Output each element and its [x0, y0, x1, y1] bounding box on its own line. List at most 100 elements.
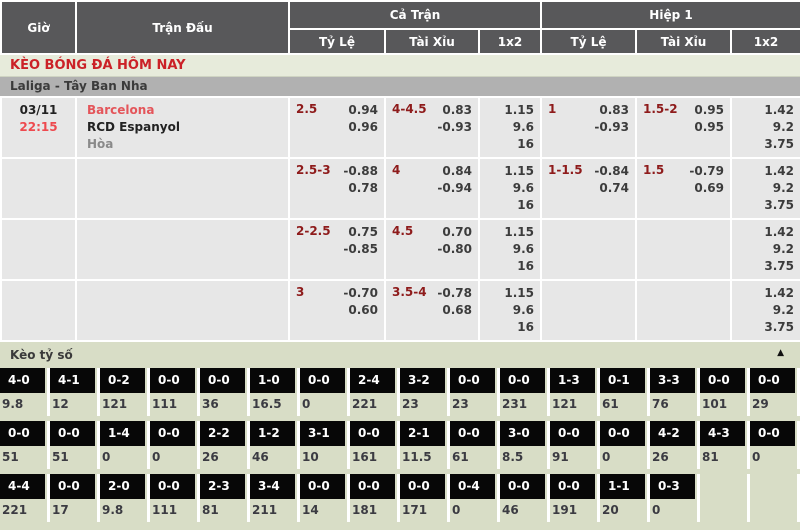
score-cell[interactable]: 0-0191: [550, 474, 600, 522]
match-teams-cell[interactable]: BarcelonaRCD EspanyolHòa: [76, 97, 289, 158]
score-cell[interactable]: 0-014: [300, 474, 350, 522]
score-cell[interactable]: 0-036: [200, 368, 250, 416]
score-cell[interactable]: 0-0111: [150, 474, 200, 522]
score-cell[interactable]: 0-046: [500, 474, 550, 522]
ft-handicap-cell[interactable]: 2-2.50.75-0.85: [289, 219, 385, 280]
score-odds-value: 81: [700, 446, 747, 467]
score-label: 1-4: [100, 421, 145, 446]
h1-handicap-cell[interactable]: 10.83-0.93: [541, 97, 636, 158]
h1-1x2-cell[interactable]: 1.429.23.75: [731, 280, 800, 341]
match-time-cell: 03/1122:15: [1, 97, 76, 158]
handicap-label: 4-4.5: [392, 102, 427, 116]
score-label: 4-4: [0, 474, 45, 499]
ft-handicap-cell[interactable]: 3-0.700.60: [289, 280, 385, 341]
score-cell[interactable]: 0-0161: [350, 421, 400, 469]
match-time-cell: [1, 280, 76, 341]
score-odds-value: 111: [150, 499, 197, 520]
odds-top: 0.95: [694, 102, 724, 119]
score-cell[interactable]: 0-023: [450, 368, 500, 416]
score-cell[interactable]: 1-40: [100, 421, 150, 469]
score-cell[interactable]: 1-246: [250, 421, 300, 469]
1x2-value: 9.2: [738, 302, 794, 319]
score-cell[interactable]: 2-09.8: [100, 474, 150, 522]
score-label: 1-2: [250, 421, 295, 446]
ft-overunder-cell[interactable]: 40.84-0.94: [385, 158, 479, 219]
score-cell[interactable]: 0-017: [50, 474, 100, 522]
ft-overunder-cell[interactable]: 4.50.70-0.80: [385, 219, 479, 280]
odds-top: 0.75: [343, 224, 378, 241]
score-cell[interactable]: 1-016.5: [250, 368, 300, 416]
h1-overunder-cell[interactable]: 1.5-20.950.95: [636, 97, 731, 158]
1x2-value: 9.2: [738, 241, 794, 258]
score-cell[interactable]: 0-0231: [500, 368, 550, 416]
score-cell[interactable]: 1-120: [600, 474, 650, 522]
h1-1x2-cell[interactable]: 1.429.23.75: [731, 219, 800, 280]
score-cell[interactable]: 3-376: [650, 368, 700, 416]
score-cell[interactable]: 4-4221: [0, 474, 50, 522]
score-cell[interactable]: 0-00: [750, 421, 800, 469]
score-cell[interactable]: 2-226: [200, 421, 250, 469]
score-label: 3-0: [500, 421, 545, 446]
1x2-values: 1.159.616: [486, 285, 534, 336]
score-odds-value: 61: [600, 393, 647, 414]
ft-overunder-cell[interactable]: 3.5-4-0.780.68: [385, 280, 479, 341]
score-cell[interactable]: 0-0181: [350, 474, 400, 522]
ft-overunder-cell[interactable]: 4-4.50.83-0.93: [385, 97, 479, 158]
score-odds-value: 221: [0, 499, 47, 520]
score-cell[interactable]: 0-0101: [700, 368, 750, 416]
score-cell[interactable]: 0-40: [450, 474, 500, 522]
odds-top: -0.78: [437, 285, 472, 302]
odds-row: 3-0.700.603.5-4-0.780.681.159.616 1.429.2…: [1, 280, 800, 341]
odds-values: 0.75-0.85: [343, 224, 378, 258]
score-cell[interactable]: 2-381: [200, 474, 250, 522]
ft-handicap-cell[interactable]: 2.50.940.96: [289, 97, 385, 158]
score-cell[interactable]: 0-029: [750, 368, 800, 416]
h1-overunder-cell[interactable]: 1.5-0.790.69: [636, 158, 731, 219]
score-label: 0-0: [150, 421, 195, 446]
score-cell[interactable]: 4-09.8: [0, 368, 50, 416]
score-cell[interactable]: 0-30: [650, 474, 700, 522]
score-cell[interactable]: 4-112: [50, 368, 100, 416]
score-cell[interactable]: 3-4211: [250, 474, 300, 522]
col-header-h1-1x2: 1x2: [731, 29, 800, 54]
score-cell[interactable]: 0-00: [300, 368, 350, 416]
h1-handicap-cell[interactable]: 1-1.5-0.840.74: [541, 158, 636, 219]
h1-1x2-cell[interactable]: 1.429.23.75: [731, 158, 800, 219]
score-cell[interactable]: 2-4221: [350, 368, 400, 416]
score-cell[interactable]: 0-161: [600, 368, 650, 416]
score-cell[interactable]: 0-051: [50, 421, 100, 469]
score-cell[interactable]: 0-061: [450, 421, 500, 469]
score-label: 0-0: [150, 474, 195, 499]
score-cell[interactable]: 0-051: [0, 421, 50, 469]
score-cell[interactable]: 3-223: [400, 368, 450, 416]
score-cell[interactable]: 3-110: [300, 421, 350, 469]
score-cell[interactable]: 2-111.5: [400, 421, 450, 469]
score-cell[interactable]: 0-2121: [100, 368, 150, 416]
score-cell[interactable]: 0-00: [150, 421, 200, 469]
score-cell[interactable]: 0-0171: [400, 474, 450, 522]
match-time-cell: [1, 158, 76, 219]
match-time-cell: [1, 219, 76, 280]
ft-1x2-cell[interactable]: 1.159.616: [479, 97, 541, 158]
score-cell[interactable]: 4-381: [700, 421, 750, 469]
score-cell[interactable]: 3-08.5: [500, 421, 550, 469]
score-label: 1-3: [550, 368, 595, 393]
score-cell[interactable]: 0-0111: [150, 368, 200, 416]
score-cell[interactable]: 0-091: [550, 421, 600, 469]
score-label: 4-3: [700, 421, 745, 446]
score-cell[interactable]: 0-00: [600, 421, 650, 469]
score-cell[interactable]: 1-3121: [550, 368, 600, 416]
ft-1x2-cell[interactable]: 1.159.616: [479, 280, 541, 341]
collapse-arrow-icon[interactable]: ▲: [777, 349, 784, 358]
h1-overunder-cell: [636, 219, 731, 280]
1x2-value: 3.75: [738, 319, 794, 336]
ft-1x2-cell[interactable]: 1.159.616: [479, 219, 541, 280]
odds-bottom: 0.74: [594, 180, 629, 197]
ft-1x2-cell[interactable]: 1.159.616: [479, 158, 541, 219]
score-cell[interactable]: 4-226: [650, 421, 700, 469]
score-odds-value: 81: [200, 499, 247, 520]
h1-1x2-cell[interactable]: 1.429.23.75: [731, 97, 800, 158]
ft-handicap-cell[interactable]: 2.5-3-0.880.78: [289, 158, 385, 219]
score-odds-value: 23: [450, 393, 497, 414]
score-odds-value: 61: [450, 446, 497, 467]
